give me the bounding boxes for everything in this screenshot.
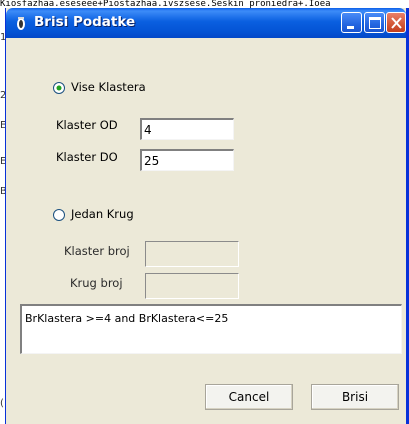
background-edge-mark: ( — [0, 398, 4, 409]
dialog-window: Brisi Podatke Vise Klastera Klaster OD 4… — [5, 8, 409, 424]
minimize-icon — [347, 26, 354, 29]
minimize-button[interactable] — [341, 12, 362, 33]
cluster-number-input[interactable] — [145, 241, 239, 267]
cluster-from-input[interactable]: 4 — [140, 118, 234, 140]
close-button[interactable] — [386, 12, 406, 33]
one-circle-radio[interactable] — [53, 209, 65, 221]
more-clusters-radio[interactable] — [53, 82, 65, 94]
window-title: Brisi Podatke — [34, 14, 136, 30]
cancel-button[interactable]: Cancel — [205, 384, 293, 410]
cluster-number-label: Klaster broj — [64, 244, 130, 258]
maximize-icon — [369, 17, 381, 29]
background-window-text: Kiosfazhaa.eseseee+Piostazhaa.ivszsese.S… — [0, 0, 409, 8]
cluster-from-label: Klaster OD — [56, 118, 118, 132]
cluster-to-label: Klaster DO — [56, 150, 118, 164]
query-text-area[interactable]: BrKlastera >=4 and BrKlastera<=25 — [20, 304, 402, 354]
circle-number-input[interactable] — [145, 273, 239, 299]
more-clusters-label[interactable]: Vise Klastera — [71, 80, 146, 94]
app-icon — [17, 17, 25, 30]
title-bar[interactable]: Brisi Podatke — [6, 8, 406, 38]
one-circle-label[interactable]: Jedan Krug — [71, 207, 134, 221]
delete-button[interactable]: Brisi — [311, 384, 399, 410]
circle-number-label: Krug broj — [70, 276, 123, 290]
cluster-to-input[interactable]: 25 — [140, 149, 234, 171]
maximize-button[interactable] — [364, 12, 385, 33]
close-icon — [391, 17, 402, 29]
